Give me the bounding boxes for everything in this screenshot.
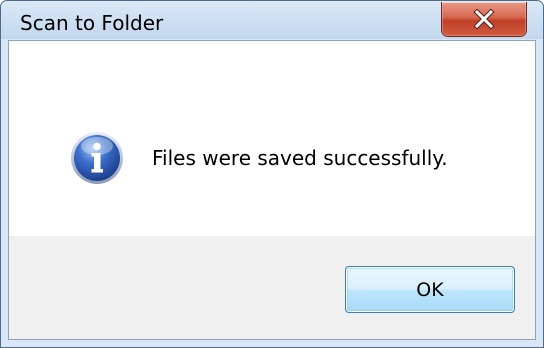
close-icon bbox=[442, 2, 526, 36]
window-title: Scan to Folder bbox=[20, 11, 164, 35]
message-area: Files were saved successfully. bbox=[9, 41, 535, 236]
message-text: Files were saved successfully. bbox=[152, 146, 448, 170]
ok-button[interactable]: OK bbox=[345, 266, 515, 313]
dialog-window: Scan to Folder Files were saved successf… bbox=[0, 0, 544, 348]
title-bar[interactable]: Scan to Folder bbox=[1, 1, 543, 39]
info-icon bbox=[70, 131, 124, 185]
close-button[interactable] bbox=[441, 2, 527, 37]
dialog-content: Files were saved successfully. OK bbox=[8, 40, 536, 340]
